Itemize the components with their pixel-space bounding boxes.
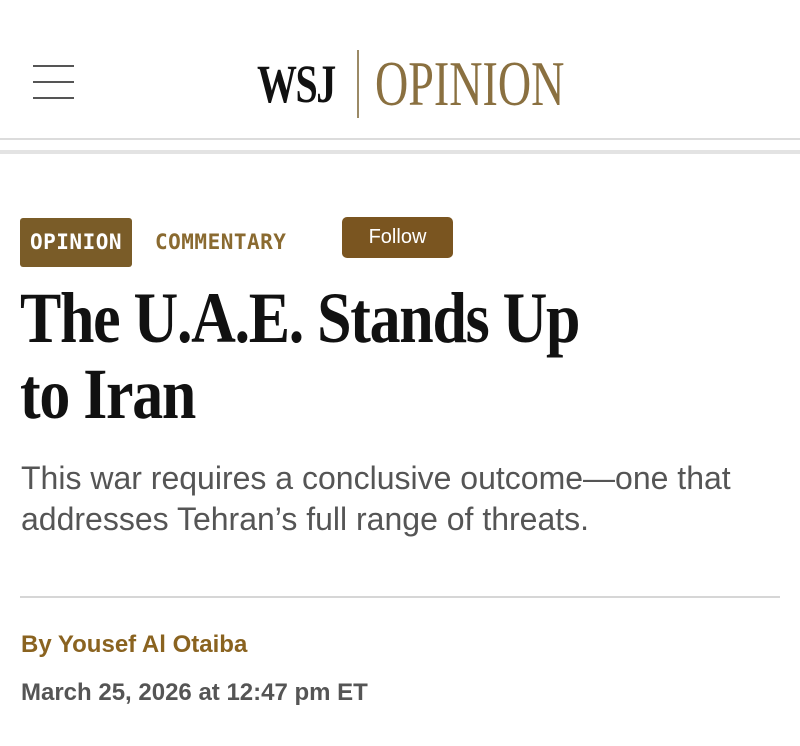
site-header: WSJ OPINION: [0, 0, 800, 140]
hamburger-menu-icon[interactable]: [33, 65, 74, 101]
opinion-section-logo[interactable]: OPINION: [375, 47, 564, 121]
header-divider: [0, 138, 800, 140]
wsj-logo[interactable]: WSJ: [257, 53, 336, 115]
follow-button[interactable]: Follow: [342, 217, 453, 258]
category-tag-commentary[interactable]: COMMENTARY: [155, 218, 286, 267]
header-divider-secondary: [0, 150, 800, 154]
article-headline: The U.A.E. Stands Up to Iran: [20, 278, 580, 434]
masthead-divider: [357, 50, 359, 118]
byline: By Yousef Al Otaiba: [21, 631, 247, 659]
article-dek: This war requires a conclusive outcome—o…: [21, 460, 731, 537]
section-tag-opinion[interactable]: OPINION: [20, 218, 133, 267]
menu-line: [33, 81, 74, 83]
author-link[interactable]: Yousef Al Otaiba: [58, 631, 247, 658]
menu-line: [33, 65, 74, 67]
article-divider: [20, 596, 780, 598]
byline-prefix: By: [21, 631, 52, 658]
menu-line: [33, 97, 74, 99]
masthead-logo[interactable]: WSJ OPINION: [257, 47, 564, 121]
publish-timestamp: March 25, 2026 at 12:47 pm ET: [21, 679, 368, 706]
